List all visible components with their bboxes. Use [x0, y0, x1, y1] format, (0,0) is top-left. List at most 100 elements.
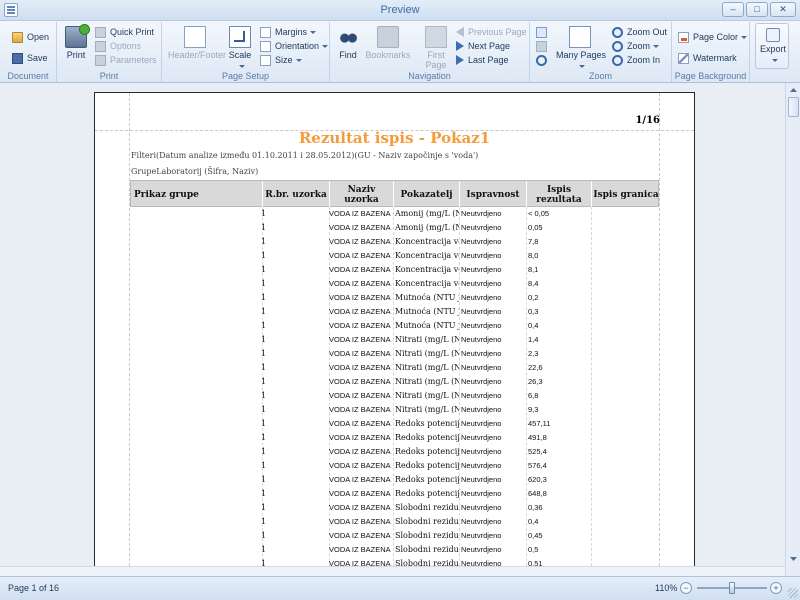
chevron-down-icon: [771, 59, 778, 63]
size-button[interactable]: Size: [260, 53, 302, 67]
hand-tool-button[interactable]: [536, 39, 551, 53]
cell-rezultat: 6,8: [528, 391, 539, 400]
bookmarks-button[interactable]: Bookmarks: [364, 26, 412, 60]
cell-rbr: 1: [261, 377, 267, 386]
cell-rbr: 1: [261, 223, 267, 232]
document-preview-area[interactable]: 1/16 Rezultat ispis - Pokaz1 Filteri(Dat…: [0, 83, 800, 576]
cell-naziv: VODA IZ BAZENA: [329, 363, 391, 372]
page-color-button[interactable]: Page Color: [678, 30, 748, 44]
table-row: 1 VODA IZ BAZENA Slobodni rezidual Neutvrdj…: [130, 515, 659, 529]
cell-ispravnost: Neutvrdjeno: [461, 349, 502, 358]
cell-rbr: 1: [261, 307, 267, 316]
cell-pokazatelj: Mutnoća (NTU jed: [395, 307, 459, 316]
folder-icon: [12, 31, 23, 43]
zoom-slider-thumb[interactable]: [729, 582, 735, 594]
cell-pokazatelj: Amonij (mg/L (N: [395, 209, 459, 218]
cell-rbr: 1: [261, 363, 267, 372]
group-label-page-setup: Page Setup: [221, 71, 270, 81]
table-row: 1 VODA IZ BAZENA Koncentracija vodNeutvrdj…: [130, 235, 659, 249]
cell-pokazatelj: Redoks potencijal: [395, 489, 459, 498]
margins-button[interactable]: Margins: [260, 25, 317, 39]
options-button[interactable]: Options: [95, 39, 141, 53]
cell-naziv: VODA IZ BAZENA: [329, 265, 391, 274]
cell-rbr: 1: [261, 475, 267, 484]
chevron-down-icon: [741, 35, 748, 39]
cell-ispravnost: Neutvrdjeno: [461, 237, 502, 246]
quick-print-label: Quick Print: [110, 27, 155, 37]
minimize-button[interactable]: –: [722, 2, 744, 17]
cell-ispravnost: Neutvrdjeno: [461, 293, 502, 302]
last-page-label: Last Page: [468, 55, 509, 65]
zoom-in-icon[interactable]: +: [770, 582, 782, 594]
first-page-button[interactable]: First Page: [422, 26, 450, 70]
cell-naziv: VODA IZ BAZENA: [329, 545, 391, 554]
table-row: 1 VODA IZ BAZENA Slobodni rezidual Neutvrdj…: [130, 529, 659, 543]
many-pages-button[interactable]: Many Pages: [556, 26, 606, 71]
cell-ispravnost: Neutvrdjeno: [461, 391, 502, 400]
zoom-in-button[interactable]: Zoom In: [612, 53, 660, 67]
zoom-dropdown-button[interactable]: Zoom: [612, 39, 660, 53]
cell-rbr: 1: [261, 531, 267, 540]
previous-page-button[interactable]: Previous Page: [456, 25, 527, 39]
last-page-button[interactable]: Last Page: [456, 53, 509, 67]
scroll-down-icon[interactable]: [788, 553, 799, 564]
cell-naziv: VODA IZ BAZENA: [329, 419, 391, 428]
zoom-percent[interactable]: 110%: [655, 583, 677, 593]
table-row: 1 VODA IZ BAZENA Nitrati (mg/L (NONeutvrdj…: [130, 361, 659, 375]
cell-pokazatelj: Mutnoća (NTU jed: [395, 321, 459, 330]
export-button[interactable]: Export: [755, 23, 789, 69]
pointer-tool-button[interactable]: [536, 25, 551, 39]
parameters-button[interactable]: Parameters: [95, 53, 157, 67]
watermark-button[interactable]: Watermark: [678, 51, 737, 65]
close-button[interactable]: ✕: [770, 2, 796, 17]
table-row: 1 VODA IZ BAZENA Nitrati (mg/L (NONeutvrdj…: [130, 389, 659, 403]
cell-ispravnost: Neutvrdjeno: [461, 363, 502, 372]
table-row: 1 VODA IZ BAZENA Slobodni rezidual Neutvrdj…: [130, 543, 659, 557]
zoom-out-icon[interactable]: −: [680, 582, 692, 594]
maximize-button[interactable]: □: [746, 2, 768, 17]
zoom-out-button[interactable]: Zoom Out: [612, 25, 667, 39]
cell-naziv: VODA IZ BAZENA: [329, 461, 391, 470]
cell-rbr: 1: [261, 321, 267, 330]
cell-rezultat: 22,6: [528, 363, 543, 372]
magnifier-icon: [536, 54, 547, 66]
scroll-up-icon[interactable]: [788, 85, 799, 96]
column-header-prikaz-grupe: Prikaz grupe: [131, 181, 263, 208]
cell-rbr: 1: [261, 461, 267, 470]
cell-pokazatelj: Nitrati (mg/L (NO: [395, 377, 459, 386]
resize-grip[interactable]: [788, 588, 798, 598]
header-footer-button[interactable]: Header/Footer: [168, 26, 226, 60]
page-indicator: 1/16: [635, 115, 660, 126]
cell-rezultat: 8,0: [528, 251, 539, 260]
report-page: 1/16 Rezultat ispis - Pokaz1 Filteri(Dat…: [94, 92, 695, 576]
cell-naziv: VODA IZ BAZENA: [329, 307, 391, 316]
cell-rezultat: 576,4: [528, 461, 547, 470]
scale-button[interactable]: Scale: [226, 26, 254, 71]
table-row: 1 VODA IZ BAZENA Mutnoća (NTU jedNeutvrdje…: [130, 291, 659, 305]
group-label-print: Print: [99, 71, 119, 81]
print-button[interactable]: Print: [63, 24, 90, 60]
cell-ispravnost: Neutvrdjeno: [461, 503, 502, 512]
watermark-icon: [678, 52, 689, 64]
horizontal-scrollbar[interactable]: [0, 566, 785, 576]
scrollbar-thumb[interactable]: [788, 97, 799, 117]
table-row: 1 VODA IZ BAZENA Nitrati (mg/L (NONeutvrdj…: [130, 333, 659, 347]
cell-pokazatelj: Koncentracija vod: [395, 237, 459, 246]
open-button[interactable]: Open: [12, 30, 49, 44]
vertical-scrollbar[interactable]: [785, 83, 800, 576]
table-row: 1 VODA IZ BAZENA Nitrati (mg/L (NONeutvrdj…: [130, 403, 659, 417]
cell-pokazatelj: Redoks potencijal: [395, 447, 459, 456]
table-row: 1 VODA IZ BAZENA Nitrati (mg/L (NONeutvrdj…: [130, 375, 659, 389]
bookmarks-icon: [377, 26, 399, 48]
cell-rbr: 1: [261, 545, 267, 554]
find-button[interactable]: Find: [336, 26, 360, 60]
quick-print-button[interactable]: Quick Print: [95, 25, 154, 39]
save-button[interactable]: Save: [12, 51, 48, 65]
orientation-button[interactable]: Orientation: [260, 39, 329, 53]
cell-rbr: 1: [261, 335, 267, 344]
paint-bucket-icon: [678, 31, 689, 43]
next-page-button[interactable]: Next Page: [456, 39, 510, 53]
magnifier-tool-button[interactable]: [536, 53, 551, 67]
group-zoom: Many Pages Zoom Out Zoom Zoom In Zoom: [530, 22, 672, 82]
cell-rezultat: 648,8: [528, 489, 547, 498]
